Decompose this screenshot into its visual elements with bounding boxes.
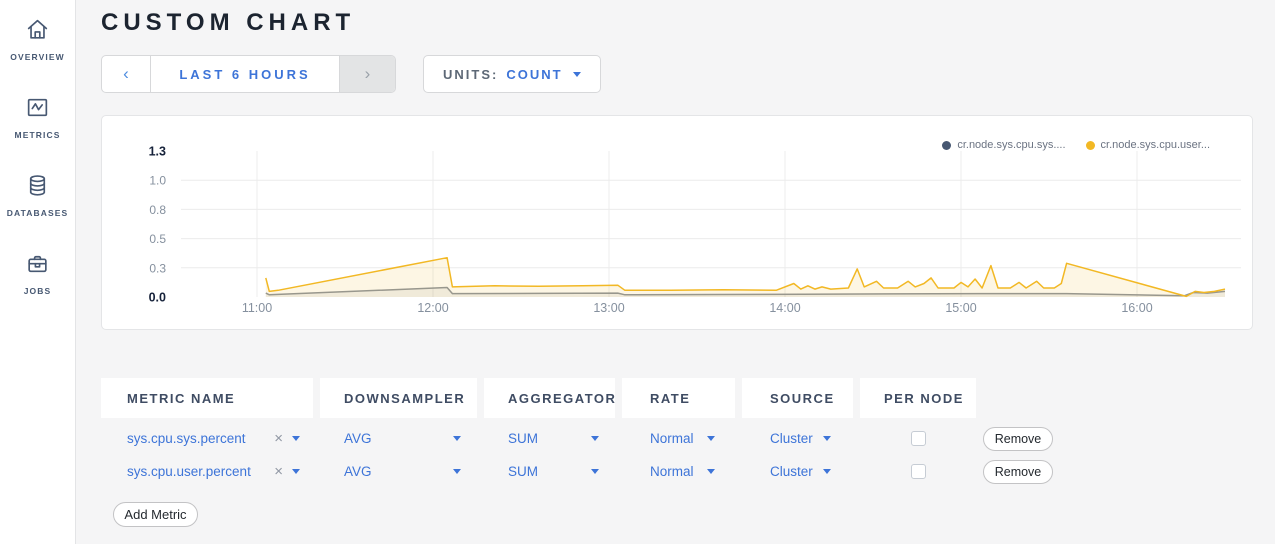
downsampler-dropdown[interactable]: AVG xyxy=(320,426,477,451)
metrics-icon xyxy=(25,95,50,125)
caret-down-icon xyxy=(292,469,300,474)
svg-text:0.8: 0.8 xyxy=(149,203,166,217)
column-header-rate: RATE xyxy=(622,378,735,418)
legend-label: cr.node.sys.cpu.sys.... xyxy=(957,139,1065,151)
metric-name-dropdown[interactable]: sys.cpu.sys.percent × xyxy=(101,426,313,451)
svg-text:0.0: 0.0 xyxy=(149,291,166,305)
metric-name-dropdown[interactable]: sys.cpu.user.percent × xyxy=(101,459,313,484)
clear-metric-icon[interactable]: × xyxy=(274,430,283,447)
rate-dropdown[interactable]: Normal xyxy=(622,426,735,451)
rate-value: Normal xyxy=(650,464,694,479)
column-header-aggregator: AGGREGATOR xyxy=(484,378,615,418)
sidebar-item-jobs[interactable]: JOBS xyxy=(24,251,52,296)
time-range-label: LAST 6 HOURS xyxy=(179,67,310,82)
remove-button[interactable]: Remove xyxy=(983,427,1053,451)
units-dropdown[interactable]: UNITS: COUNT xyxy=(423,55,601,93)
custom-chart-card: 0.0 0.3 0.5 0.8 1.0 1.3 11:00 12:00 13:00 14:00 15… xyxy=(101,115,1253,330)
sidebar-item-overview[interactable]: OVERVIEW xyxy=(10,17,64,62)
column-header-per-node: PER NODE xyxy=(860,378,976,418)
sidebar-item-label: OVERVIEW xyxy=(10,52,64,62)
svg-text:13:00: 13:00 xyxy=(593,301,624,315)
source-dropdown[interactable]: Cluster xyxy=(742,426,853,451)
chevron-right-icon: › xyxy=(365,64,371,84)
source-dropdown[interactable]: Cluster xyxy=(742,459,853,484)
chevron-left-icon: ‹ xyxy=(123,64,129,84)
column-header-downsampler: DOWNSAMPLER xyxy=(320,378,477,418)
time-range-next-button[interactable]: › xyxy=(340,56,395,92)
caret-down-icon xyxy=(453,436,461,441)
rate-value: Normal xyxy=(650,431,694,446)
svg-text:0.3: 0.3 xyxy=(149,261,166,275)
svg-text:14:00: 14:00 xyxy=(769,301,800,315)
svg-text:12:00: 12:00 xyxy=(417,301,448,315)
units-value: COUNT xyxy=(506,67,562,82)
legend-dot xyxy=(942,141,951,150)
home-icon xyxy=(25,17,50,47)
remove-cell: Remove xyxy=(983,426,1068,451)
svg-text:16:00: 16:00 xyxy=(1121,301,1152,315)
per-node-cell xyxy=(860,426,976,451)
svg-text:15:00: 15:00 xyxy=(945,301,976,315)
sidebar-item-metrics[interactable]: METRICS xyxy=(15,95,61,140)
clear-metric-icon[interactable]: × xyxy=(274,463,283,480)
time-range-selector: ‹ LAST 6 HOURS › xyxy=(101,55,396,93)
time-range-prev-button[interactable]: ‹ xyxy=(102,56,150,92)
svg-text:11:00: 11:00 xyxy=(242,301,272,315)
per-node-checkbox[interactable] xyxy=(911,464,926,479)
main-content: CUSTOM CHART ‹ LAST 6 HOURS › UNITS: COU… xyxy=(77,0,1275,544)
legend-dot xyxy=(1086,141,1095,150)
svg-text:0.5: 0.5 xyxy=(149,232,166,246)
sidebar: OVERVIEW METRICS DATABASES JOBS xyxy=(0,0,76,544)
add-metric-button[interactable]: Add Metric xyxy=(113,502,198,527)
time-range-dropdown[interactable]: LAST 6 HOURS xyxy=(150,56,340,92)
column-header-source: SOURCE xyxy=(742,378,853,418)
caret-down-icon xyxy=(292,436,300,441)
metric-name-value: sys.cpu.user.percent xyxy=(127,464,251,479)
sidebar-item-label: METRICS xyxy=(15,130,61,140)
downsampler-value: AVG xyxy=(344,464,372,479)
units-label: UNITS: xyxy=(443,67,498,82)
caret-down-icon xyxy=(591,436,599,441)
metrics-table-header: METRIC NAME DOWNSAMPLER AGGREGATOR RATE … xyxy=(101,378,1068,418)
downsampler-value: AVG xyxy=(344,431,372,446)
jobs-icon xyxy=(25,251,50,281)
rate-dropdown[interactable]: Normal xyxy=(622,459,735,484)
databases-icon xyxy=(25,173,50,203)
remove-button[interactable]: Remove xyxy=(983,460,1053,484)
chart-legend: cr.node.sys.cpu.sys.... cr.node.sys.cpu.… xyxy=(922,139,1210,151)
aggregator-value: SUM xyxy=(508,464,538,479)
legend-label: cr.node.sys.cpu.user... xyxy=(1101,139,1210,151)
caret-down-icon xyxy=(591,469,599,474)
source-value: Cluster xyxy=(770,464,813,479)
column-header-metric-name: METRIC NAME xyxy=(101,378,313,418)
source-value: Cluster xyxy=(770,431,813,446)
aggregator-dropdown[interactable]: SUM xyxy=(484,426,615,451)
svg-text:1.0: 1.0 xyxy=(149,174,166,188)
metric-name-value: sys.cpu.sys.percent xyxy=(127,431,246,446)
toolbar: ‹ LAST 6 HOURS › UNITS: COUNT xyxy=(101,55,601,93)
per-node-checkbox[interactable] xyxy=(911,431,926,446)
aggregator-dropdown[interactable]: SUM xyxy=(484,459,615,484)
caret-down-icon xyxy=(823,436,831,441)
per-node-cell xyxy=(860,459,976,484)
table-row: sys.cpu.user.percent × AVG SUM Normal Cl… xyxy=(101,459,1068,484)
sidebar-item-label: DATABASES xyxy=(7,208,69,218)
remove-cell: Remove xyxy=(983,459,1068,484)
page-title: CUSTOM CHART xyxy=(101,9,355,37)
aggregator-value: SUM xyxy=(508,431,538,446)
legend-item-user[interactable]: cr.node.sys.cpu.user... xyxy=(1086,139,1210,151)
caret-down-icon xyxy=(823,469,831,474)
caret-down-icon xyxy=(707,469,715,474)
caret-down-icon xyxy=(573,72,581,77)
metrics-table: METRIC NAME DOWNSAMPLER AGGREGATOR RATE … xyxy=(101,378,1068,484)
table-row: sys.cpu.sys.percent × AVG SUM Normal Clu… xyxy=(101,426,1068,451)
caret-down-icon xyxy=(707,436,715,441)
downsampler-dropdown[interactable]: AVG xyxy=(320,459,477,484)
caret-down-icon xyxy=(453,469,461,474)
legend-item-sys[interactable]: cr.node.sys.cpu.sys.... xyxy=(942,139,1065,151)
sidebar-item-label: JOBS xyxy=(24,286,52,296)
sidebar-item-databases[interactable]: DATABASES xyxy=(7,173,69,218)
svg-text:1.3: 1.3 xyxy=(149,145,166,159)
